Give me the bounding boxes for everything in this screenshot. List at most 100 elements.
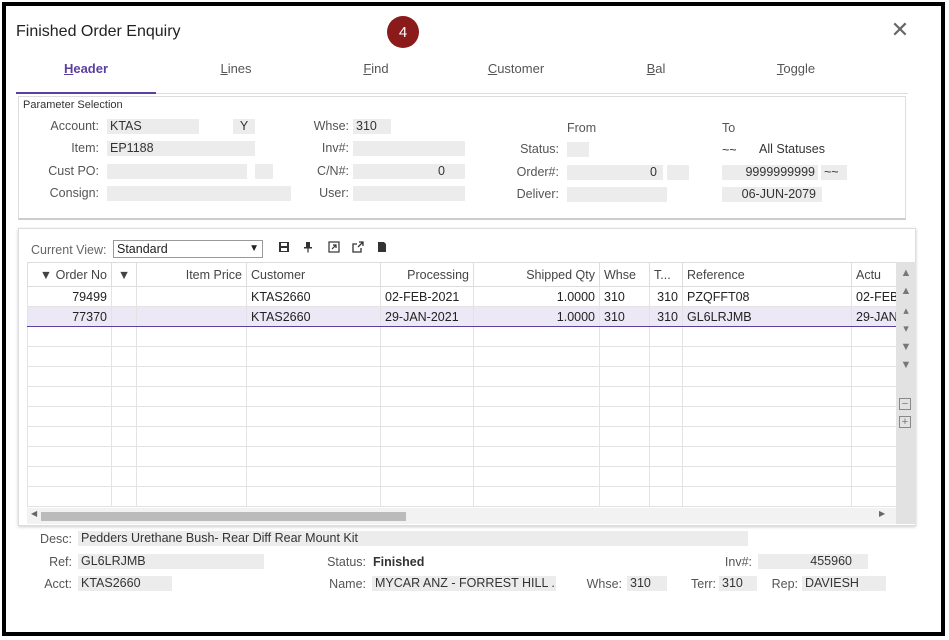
orders-table: ▼ Order No ▼ Item Price Customer Process…: [27, 262, 904, 507]
tab-header-rest: eader: [73, 61, 109, 76]
first-row-icon[interactable]: ▲: [899, 266, 913, 280]
from-heading: From: [567, 121, 597, 135]
save-icon[interactable]: [277, 241, 291, 255]
empty-cell: [246, 346, 381, 367]
open-external-icon[interactable]: [351, 241, 365, 255]
tab-header[interactable]: Header: [16, 58, 156, 94]
order-to-field[interactable]: 9999999999: [722, 165, 818, 180]
tab-bar: Header Lines Find Customer Bal Toggle: [16, 58, 908, 94]
tab-toggle[interactable]: Toggle: [741, 58, 851, 94]
pin-icon[interactable]: [301, 241, 315, 255]
scrollbar-thumb[interactable]: [41, 512, 406, 521]
tab-lines[interactable]: Lines: [181, 58, 291, 94]
close-icon[interactable]: ✕: [890, 19, 910, 41]
table-row[interactable]: 79499 KTAS2660 02-FEB-2021 1.0000 310 31…: [27, 286, 904, 307]
desc-field: Pedders Urethane Bush- Rear Diff Rear Mo…: [78, 531, 748, 546]
empty-row: [27, 426, 904, 447]
empty-cell: [27, 366, 112, 387]
tab-find[interactable]: Find: [321, 58, 431, 94]
empty-cell: [649, 486, 683, 507]
cn-field[interactable]: 0: [353, 164, 465, 179]
page-down-icon[interactable]: ▼: [899, 340, 913, 354]
cell-terr: 310: [649, 286, 683, 307]
current-view-label: Current View:: [31, 243, 107, 257]
last-row-icon[interactable]: ▼: [899, 358, 913, 372]
empty-cell: [246, 486, 381, 507]
scroll-left-icon[interactable]: ◀: [31, 509, 37, 518]
tab-bal[interactable]: Bal: [601, 58, 711, 94]
empty-cell: [682, 426, 852, 447]
whse-footer-label: Whse:: [586, 577, 622, 591]
user-field[interactable]: [353, 186, 465, 201]
deliver-from-field[interactable]: [567, 187, 667, 202]
empty-cell: [473, 486, 600, 507]
col-terr[interactable]: T...: [649, 262, 683, 287]
cell-item-price: [136, 306, 247, 327]
acct-field: KTAS2660: [78, 576, 172, 591]
desc-label: Desc:: [40, 532, 72, 546]
col-sort[interactable]: ▼: [111, 262, 137, 287]
account-flag-field[interactable]: Y: [233, 119, 255, 134]
empty-cell: [380, 426, 474, 447]
horizontal-scrollbar[interactable]: ◀ ▶: [27, 508, 896, 524]
empty-cell: [27, 446, 112, 467]
account-label: Account:: [50, 119, 99, 133]
col-customer[interactable]: Customer: [246, 262, 381, 287]
table-header-row: ▼ Order No ▼ Item Price Customer Process…: [27, 262, 904, 287]
tab-customer-mnemonic: C: [487, 61, 498, 76]
terr-label: Terr:: [691, 577, 716, 591]
account-field[interactable]: KTAS: [107, 119, 199, 134]
table-row-selected[interactable]: 77370 KTAS2660 29-JAN-2021 1.0000 310 31…: [27, 306, 904, 327]
cell-order-no: 77370: [27, 306, 112, 327]
col-reference[interactable]: Reference: [682, 262, 852, 287]
empty-cell: [682, 326, 852, 347]
ref-label: Ref:: [49, 555, 72, 569]
status-from-field[interactable]: [567, 142, 589, 157]
tab-lines-rest: ines: [227, 61, 252, 76]
order-from-extra-field[interactable]: [667, 165, 689, 180]
item-field[interactable]: EP1188: [107, 141, 255, 156]
col-item-price[interactable]: Item Price: [136, 262, 247, 287]
empty-cell: [599, 446, 650, 467]
empty-cell: [682, 366, 852, 387]
order-from-field[interactable]: 0: [567, 165, 663, 180]
order-label: Order#:: [516, 165, 559, 179]
empty-cell: [246, 406, 381, 427]
col-whse[interactable]: Whse: [599, 262, 650, 287]
inv-field[interactable]: [353, 141, 465, 156]
col-processing[interactable]: Processing: [380, 262, 474, 287]
whse-field[interactable]: 310: [353, 119, 391, 134]
collapse-icon[interactable]: −: [899, 398, 911, 410]
document-icon[interactable]: [375, 241, 389, 255]
empty-cell: [649, 446, 683, 467]
cust-po-field[interactable]: [107, 164, 247, 179]
export-view-icon[interactable]: [327, 241, 341, 255]
tab-customer[interactable]: Customer: [461, 58, 571, 94]
empty-cell: [599, 406, 650, 427]
cust-po-extra-field[interactable]: [255, 164, 273, 179]
consign-field[interactable]: [107, 186, 291, 201]
cn-label: C/N#:: [317, 164, 349, 178]
empty-cell: [599, 386, 650, 407]
empty-cell: [136, 386, 247, 407]
empty-cell: [380, 486, 474, 507]
scroll-right-icon[interactable]: ▶: [879, 509, 885, 518]
cell-whse: 310: [599, 286, 650, 307]
row-down-icon[interactable]: ▾: [899, 322, 913, 336]
deliver-to-field[interactable]: 06-JUN-2079: [722, 187, 822, 202]
col-shipped-qty[interactable]: Shipped Qty: [473, 262, 600, 287]
empty-cell: [380, 466, 474, 487]
empty-cell: [136, 406, 247, 427]
terr-field: 310: [719, 576, 757, 591]
empty-cell: [27, 326, 112, 347]
expand-icon[interactable]: +: [899, 416, 911, 428]
page-up-icon[interactable]: ▲: [899, 284, 913, 298]
status-to-value[interactable]: All Statuses: [759, 142, 825, 156]
current-view-select[interactable]: Standard ▼: [113, 240, 263, 258]
cell-customer: KTAS2660: [246, 286, 381, 307]
empty-row: [27, 446, 904, 467]
cell-order-no: 79499: [27, 286, 112, 307]
row-up-icon[interactable]: ▴: [899, 304, 913, 318]
order-to-suffix[interactable]: ~~: [821, 165, 847, 180]
col-order-no[interactable]: ▼ Order No: [27, 262, 112, 287]
